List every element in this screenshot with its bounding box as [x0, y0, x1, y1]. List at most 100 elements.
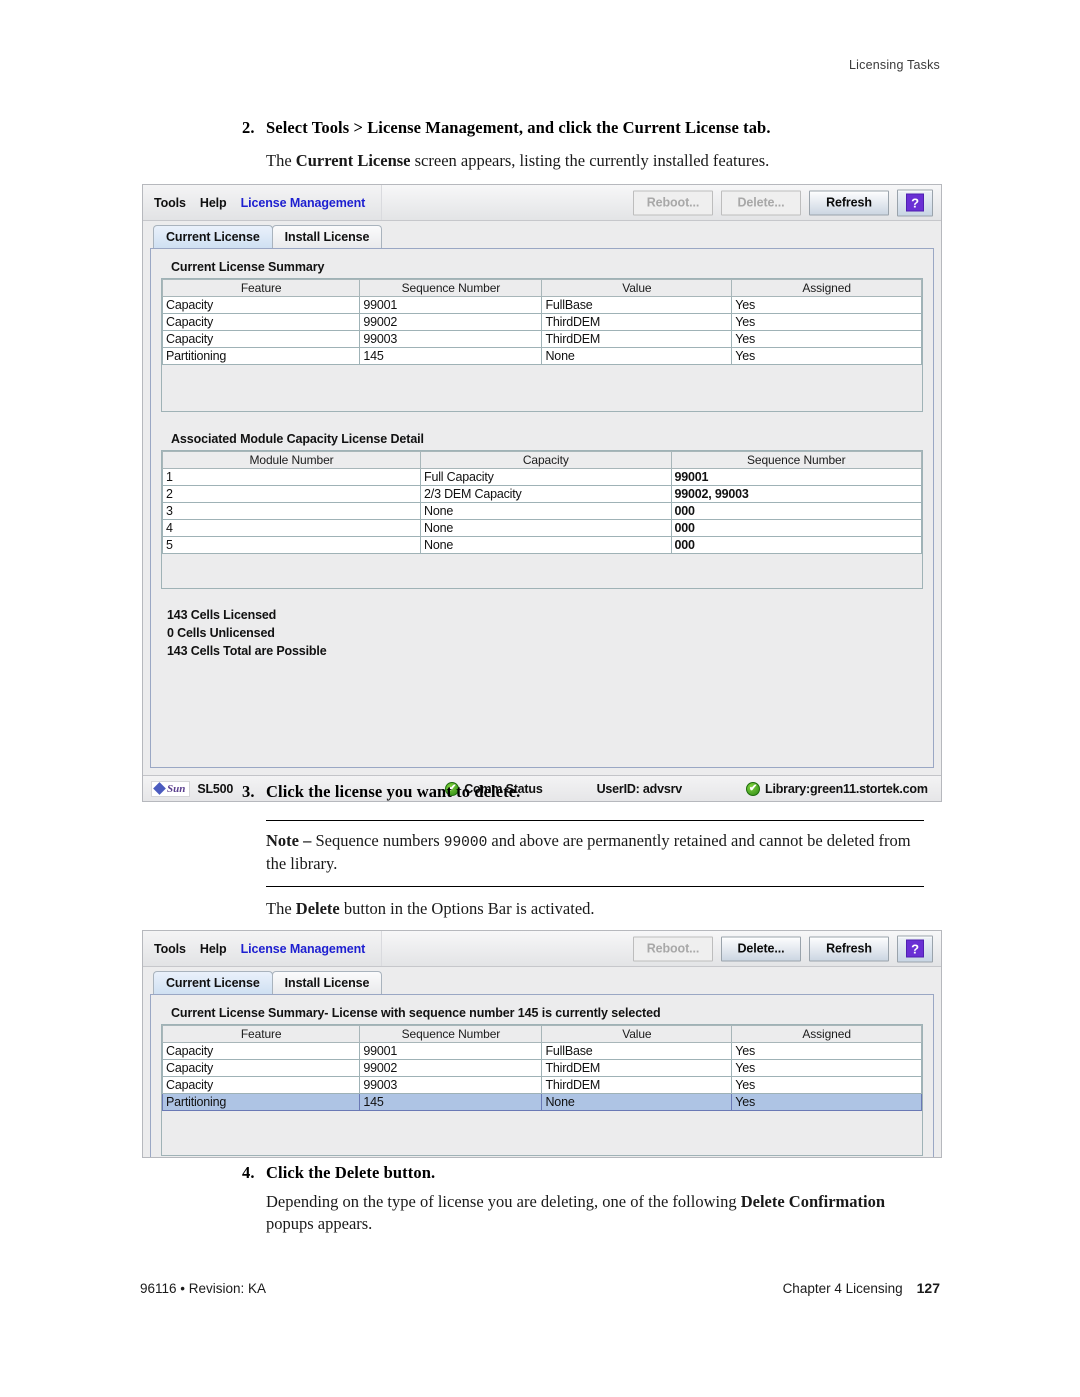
table-row[interactable]: 3 None 000	[161, 502, 923, 520]
menu-item-help[interactable]: Help	[200, 196, 227, 210]
table-cell[interactable]: None	[541, 347, 733, 365]
table-cell[interactable]: ThirdDEM	[541, 1076, 733, 1094]
table-cell[interactable]: None	[420, 502, 672, 520]
table-row[interactable]: 2 2/3 DEM Capacity 99002, 99003	[161, 485, 923, 503]
table-cell[interactable]: Full Capacity	[420, 468, 672, 486]
table-cell[interactable]: ThirdDEM	[541, 313, 733, 331]
table-cell[interactable]: 99001	[670, 468, 923, 486]
table-cell[interactable]: Partitioning	[161, 347, 361, 365]
menu-bar-2: Tools Help License Management Reboot... …	[143, 931, 941, 967]
table-cell[interactable]: Yes	[731, 330, 922, 348]
table-cell[interactable]: 5	[161, 536, 422, 554]
table-cell[interactable]: 99003	[359, 1076, 543, 1094]
current-license-summary-table[interactable]: Feature Sequence Number Value Assigned Capa…	[161, 279, 922, 365]
table-cell[interactable]: Capacity	[161, 330, 361, 348]
step-4-body: Depending on the type of license you are…	[266, 1191, 886, 1235]
table-row[interactable]: Partitioning 145 None Yes	[161, 1093, 922, 1111]
table-cell[interactable]: 3	[161, 502, 422, 520]
table-cell[interactable]: None	[420, 519, 672, 537]
menu-item-tools[interactable]: Tools	[154, 196, 186, 210]
tab-current-license[interactable]: Current License	[153, 225, 273, 248]
table-cell[interactable]: 99002	[359, 1059, 543, 1077]
help-button[interactable]: ?	[897, 189, 933, 216]
table-cell[interactable]: Capacity	[161, 1042, 361, 1060]
table-cell[interactable]: Yes	[731, 347, 922, 365]
refresh-button[interactable]: Refresh	[809, 936, 889, 961]
table-cell[interactable]: Partitioning	[161, 1093, 361, 1111]
table-cell[interactable]: Yes	[731, 1042, 922, 1060]
table-cell[interactable]: ThirdDEM	[541, 1059, 733, 1077]
table-cell[interactable]: Capacity	[161, 313, 361, 331]
note-sequence-number: 99000	[443, 835, 488, 851]
table-cell[interactable]: Capacity	[161, 1059, 361, 1077]
table-cell[interactable]: Capacity	[161, 1076, 361, 1094]
table-cell[interactable]: 000	[670, 519, 923, 537]
current-license-summary-table-2[interactable]: Feature Sequence Number Value Assigned Capa…	[161, 1025, 922, 1111]
table-row[interactable]: 4 None 000	[161, 519, 923, 537]
current-license-panel-1: Current License Summary Feature Sequence …	[150, 248, 934, 768]
table-cell[interactable]: 000	[670, 536, 923, 554]
column-header-value[interactable]: Value	[541, 1025, 733, 1043]
column-header-sequence-number[interactable]: Sequence Number	[359, 1025, 543, 1043]
column-header-sequence-number[interactable]: Sequence Number	[670, 451, 923, 469]
module-detail-table[interactable]: Module Number Capacity Sequence Number 1 Fu…	[161, 451, 923, 554]
table-row[interactable]: Partitioning 145 None Yes	[161, 347, 922, 365]
column-header-assigned[interactable]: Assigned	[731, 1025, 922, 1043]
table-cell[interactable]: FullBase	[541, 296, 733, 314]
tab-install-license[interactable]: Install License	[271, 225, 383, 248]
table-cell[interactable]: ThirdDEM	[541, 330, 733, 348]
table-empty-area	[162, 554, 922, 588]
license-management-window-1[interactable]: Tools Help License Management Reboot... …	[142, 184, 942, 802]
table-cell[interactable]: None	[420, 536, 672, 554]
sun-diamond-icon	[153, 782, 166, 795]
note-text: Note – Sequence numbers 99000 and above …	[266, 821, 924, 886]
table-cell[interactable]: 145	[359, 1093, 543, 1111]
table-cell[interactable]: 2/3 DEM Capacity	[420, 485, 672, 503]
table-cell[interactable]: 4	[161, 519, 422, 537]
menu-item-tools[interactable]: Tools	[154, 942, 186, 956]
table-cell[interactable]: None	[541, 1093, 733, 1111]
table-cell[interactable]: Yes	[731, 1059, 922, 1077]
table-cell[interactable]: 1	[161, 468, 422, 486]
delete-button[interactable]: Delete...	[721, 936, 801, 961]
column-header-value[interactable]: Value	[541, 279, 733, 297]
table-cell[interactable]: 99002	[359, 313, 543, 331]
step-2-body-c: screen appears, listing the currently in…	[410, 151, 770, 170]
column-header-feature[interactable]: Feature	[161, 1025, 361, 1043]
help-button[interactable]: ?	[897, 935, 933, 962]
license-management-window-2[interactable]: Tools Help License Management Reboot... …	[142, 930, 942, 1158]
table-cell[interactable]: Yes	[731, 1076, 922, 1094]
column-header-feature[interactable]: Feature	[161, 279, 361, 297]
table-row[interactable]: Capacity 99002 ThirdDEM Yes	[161, 1059, 922, 1077]
menu-item-help[interactable]: Help	[200, 942, 227, 956]
table-cell[interactable]: Yes	[731, 1093, 922, 1111]
table-row[interactable]: Capacity 99001 FullBase Yes	[161, 1042, 922, 1060]
menu-bar-1: Tools Help License Management Reboot... …	[143, 185, 941, 221]
column-header-assigned[interactable]: Assigned	[731, 279, 922, 297]
refresh-button[interactable]: Refresh	[809, 190, 889, 215]
table-row[interactable]: Capacity 99003 ThirdDEM Yes	[161, 1076, 922, 1094]
table-cell[interactable]: Yes	[731, 313, 922, 331]
table-row[interactable]: 1 Full Capacity 99001	[161, 468, 923, 486]
table-cell[interactable]: 99001	[359, 1042, 543, 1060]
table-cell[interactable]: 145	[359, 347, 543, 365]
column-header-capacity[interactable]: Capacity	[420, 451, 672, 469]
column-header-sequence-number[interactable]: Sequence Number	[359, 279, 543, 297]
table-row[interactable]: Capacity 99001 FullBase Yes	[161, 296, 922, 314]
window-title-license-management: License Management	[240, 941, 366, 956]
table-cell[interactable]: Capacity	[161, 296, 361, 314]
table-row[interactable]: Capacity 99003 ThirdDEM Yes	[161, 330, 922, 348]
options-bar-1: Reboot... Delete... Refresh ?	[633, 189, 933, 216]
tab-install-license[interactable]: Install License	[271, 971, 383, 994]
column-header-module-number[interactable]: Module Number	[161, 451, 422, 469]
table-cell[interactable]: 99002, 99003	[670, 485, 923, 503]
table-cell[interactable]: Yes	[731, 296, 922, 314]
table-cell[interactable]: FullBase	[541, 1042, 733, 1060]
tab-current-license[interactable]: Current License	[153, 971, 273, 994]
table-cell[interactable]: 99003	[359, 330, 543, 348]
table-cell[interactable]: 2	[161, 485, 422, 503]
table-cell[interactable]: 000	[670, 502, 923, 520]
table-cell[interactable]: 99001	[359, 296, 543, 314]
table-row[interactable]: 5 None 000	[161, 536, 923, 554]
table-row[interactable]: Capacity 99002 ThirdDEM Yes	[161, 313, 922, 331]
